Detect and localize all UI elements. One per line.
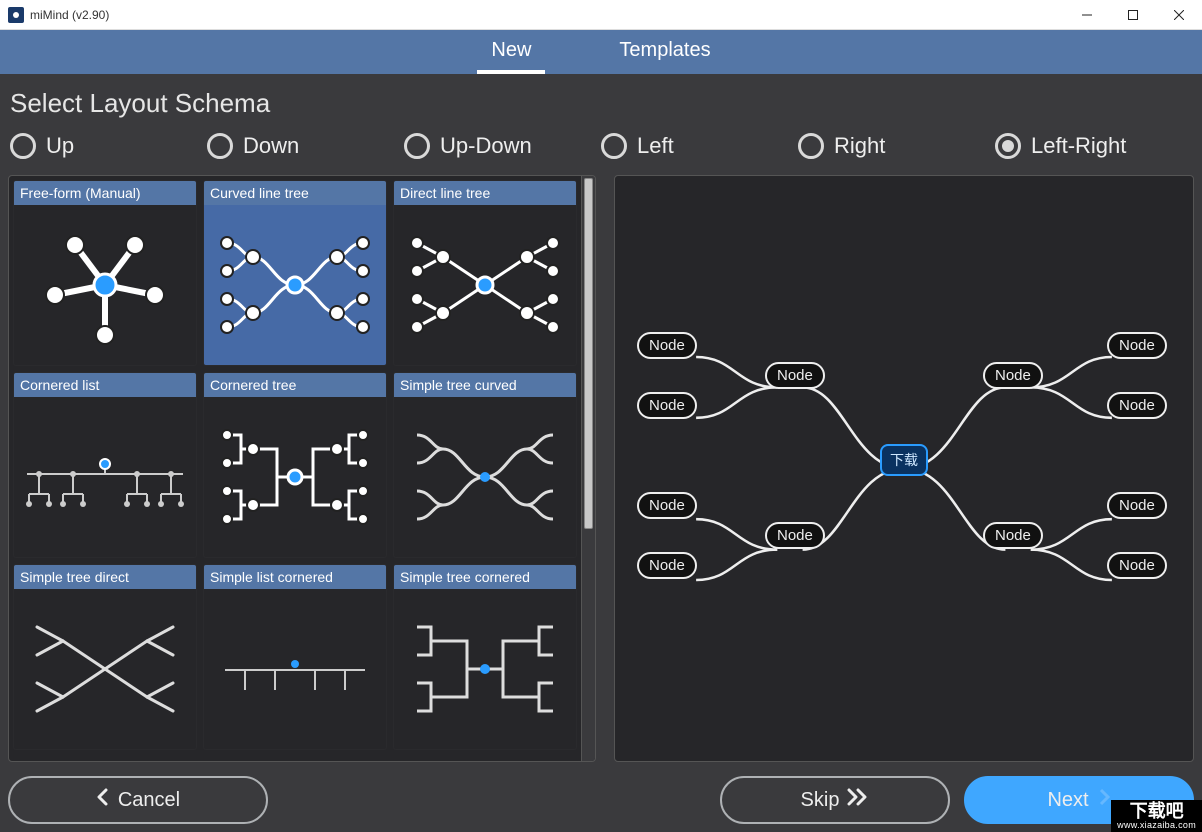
schema-cornered-list[interactable]: Cornered list — [13, 372, 197, 558]
schema-free-form[interactable]: Free-form (Manual) — [13, 180, 197, 366]
schema-cornered-tree[interactable]: Cornered tree — [203, 372, 387, 558]
watermark-main: 下载吧 — [1130, 801, 1184, 821]
schema-simple-tree-direct[interactable]: Simple tree direct — [13, 564, 197, 750]
schema-label: Simple list cornered — [204, 565, 386, 589]
schema-label: Curved line tree — [204, 181, 386, 205]
radio-left[interactable]: Left — [601, 133, 798, 159]
radio-label: Down — [243, 133, 299, 159]
panels: Free-form (Manual) — [8, 175, 1194, 762]
chevron-right-icon — [1097, 788, 1111, 812]
close-button[interactable] — [1156, 0, 1202, 30]
radio-label: Up-Down — [440, 133, 532, 159]
preview-node: Node — [1107, 332, 1167, 359]
schema-label: Simple tree cornered — [394, 565, 576, 589]
schema-thumb — [394, 205, 576, 365]
button-label: Next — [1047, 789, 1088, 812]
schema-gallery: Free-form (Manual) — [9, 176, 581, 761]
gallery-scrollbar[interactable] — [581, 176, 595, 761]
schema-curved-line-tree[interactable]: Curved line tree — [203, 180, 387, 366]
radio-label: Up — [46, 133, 74, 159]
radio-icon — [995, 133, 1021, 159]
bottom-buttons: Cancel Skip Next — [8, 762, 1194, 824]
preview-node: Node — [765, 362, 825, 389]
schema-thumb — [14, 205, 196, 365]
radio-right[interactable]: Right — [798, 133, 995, 159]
page-title: Select Layout Schema — [10, 88, 1192, 119]
app-icon — [8, 7, 24, 23]
maximize-button[interactable] — [1110, 0, 1156, 30]
schema-label: Cornered list — [14, 373, 196, 397]
radio-icon — [601, 133, 627, 159]
radio-down[interactable]: Down — [207, 133, 404, 159]
schema-direct-line-tree[interactable]: Direct line tree — [393, 180, 577, 366]
schema-label: Cornered tree — [204, 373, 386, 397]
content: Select Layout Schema Up Down Up-Down Lef… — [0, 74, 1202, 832]
schema-simple-tree-curved[interactable]: Simple tree curved — [393, 372, 577, 558]
schema-simple-list-cornered[interactable]: Simple list cornered — [203, 564, 387, 750]
schema-label: Free-form (Manual) — [14, 181, 196, 205]
preview-node: Node — [637, 492, 697, 519]
radio-label: Right — [834, 133, 885, 159]
radio-icon — [10, 133, 36, 159]
preview-node: Node — [765, 522, 825, 549]
preview-node: Node — [637, 552, 697, 579]
schema-thumb — [394, 589, 576, 749]
tab-new[interactable]: New — [477, 30, 545, 74]
schema-thumb — [204, 205, 386, 365]
preview-node: Node — [1107, 492, 1167, 519]
preview-center-node: 下载 — [880, 444, 928, 476]
preview-node: Node — [983, 362, 1043, 389]
watermark-sub: www.xiazaiba.com — [1117, 821, 1196, 830]
titlebar: miMind (v2.90) — [0, 0, 1202, 30]
preview-node: Node — [1107, 552, 1167, 579]
schema-thumb — [204, 589, 386, 749]
radio-up[interactable]: Up — [10, 133, 207, 159]
scrollbar-thumb[interactable] — [584, 178, 593, 529]
watermark: 下载吧 www.xiazaiba.com — [1111, 800, 1202, 832]
schema-label: Simple tree direct — [14, 565, 196, 589]
schema-thumb — [394, 397, 576, 557]
radio-icon — [207, 133, 233, 159]
preview-node: Node — [637, 392, 697, 419]
radio-left-right[interactable]: Left-Right — [995, 133, 1192, 159]
tab-templates[interactable]: Templates — [605, 30, 724, 74]
schema-label: Simple tree curved — [394, 373, 576, 397]
preview-node: Node — [983, 522, 1043, 549]
radio-icon — [404, 133, 430, 159]
minimize-button[interactable] — [1064, 0, 1110, 30]
radio-label: Left — [637, 133, 674, 159]
button-label: Cancel — [118, 789, 180, 812]
schema-thumb — [14, 397, 196, 557]
window-title: miMind (v2.90) — [30, 8, 109, 22]
tabbar: New Templates — [0, 30, 1202, 74]
window-controls — [1064, 0, 1202, 30]
layout-direction-radios: Up Down Up-Down Left Right Left-Right — [10, 133, 1192, 159]
double-chevron-right-icon — [847, 788, 869, 812]
schema-gallery-container: Free-form (Manual) — [8, 175, 596, 762]
schema-thumb — [14, 589, 196, 749]
schema-simple-tree-cornered[interactable]: Simple tree cornered — [393, 564, 577, 750]
preview-node: Node — [1107, 392, 1167, 419]
chevron-left-icon — [96, 788, 110, 812]
skip-button[interactable]: Skip — [720, 776, 950, 824]
button-label: Skip — [801, 789, 840, 812]
radio-up-down[interactable]: Up-Down — [404, 133, 601, 159]
schema-label: Direct line tree — [394, 181, 576, 205]
radio-label: Left-Right — [1031, 133, 1126, 159]
preview-node: Node — [637, 332, 697, 359]
schema-thumb — [204, 397, 386, 557]
schema-preview: 下载 Node Node Node Node Node Node Node No… — [614, 175, 1194, 762]
radio-icon — [798, 133, 824, 159]
cancel-button[interactable]: Cancel — [8, 776, 268, 824]
